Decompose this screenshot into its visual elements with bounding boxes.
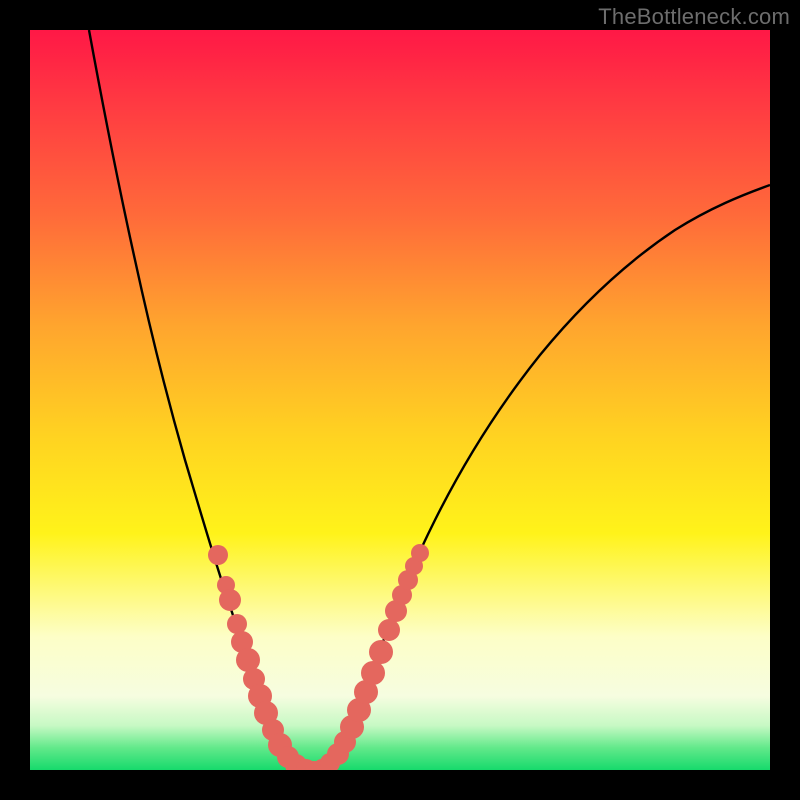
markers-left [208,545,316,770]
plot-area [30,30,770,770]
watermark-text: TheBottleneck.com [598,4,790,30]
bottleneck-curve [30,30,770,770]
curve-path [89,30,770,770]
markers-right [327,544,429,765]
chart-frame: TheBottleneck.com [0,0,800,800]
